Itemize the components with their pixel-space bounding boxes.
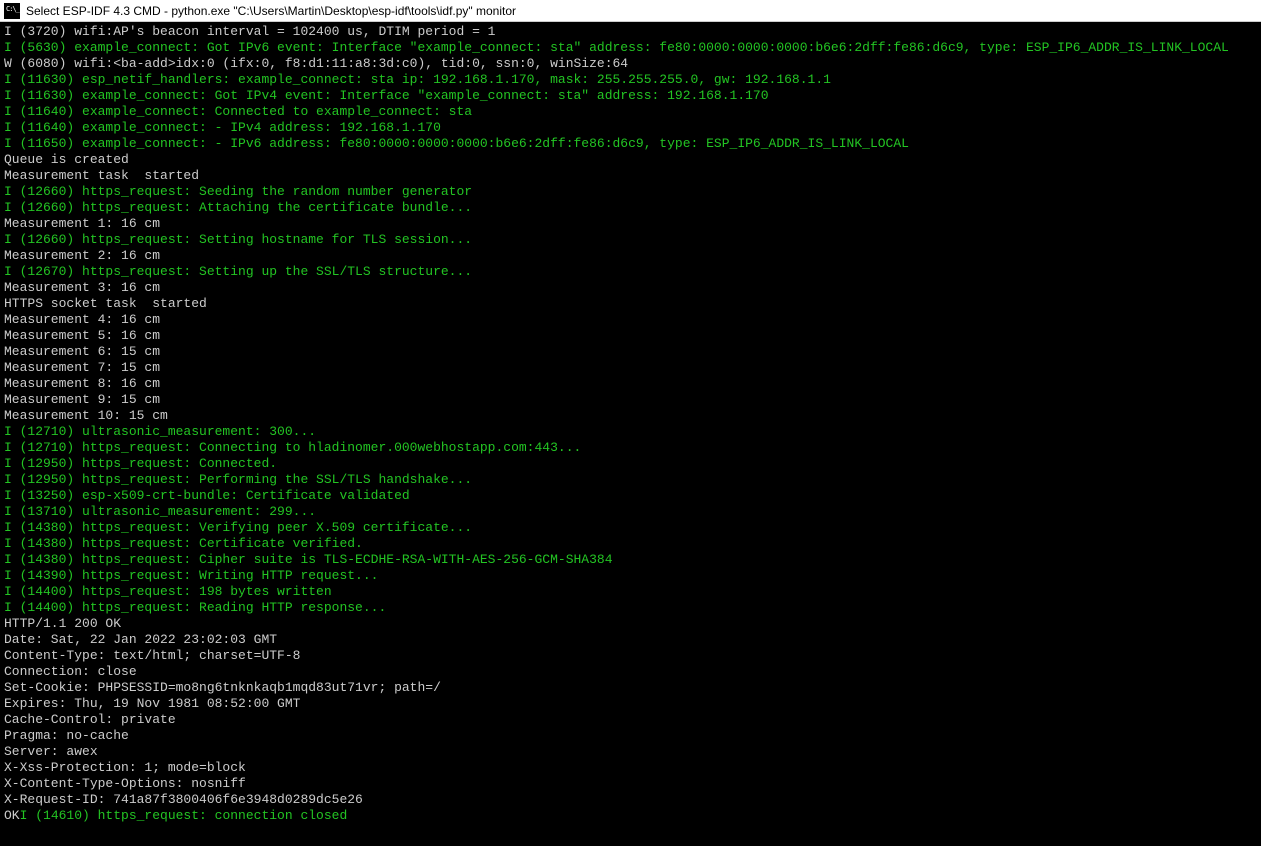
log-line: Measurement 1: 16 cm	[4, 216, 1257, 232]
log-line: I (11650) example_connect: - IPv6 addres…	[4, 136, 1257, 152]
log-line: Connection: close	[4, 664, 1257, 680]
log-line: I (12950) https_request: Connected.	[4, 456, 1257, 472]
terminal-output[interactable]: I (3720) wifi:AP's beacon interval = 102…	[0, 22, 1261, 846]
log-line: I (11630) example_connect: Got IPv4 even…	[4, 88, 1257, 104]
log-line: I (14400) https_request: 198 bytes writt…	[4, 584, 1257, 600]
log-line: Cache-Control: private	[4, 712, 1257, 728]
log-line: Pragma: no-cache	[4, 728, 1257, 744]
cmd-icon	[4, 3, 20, 19]
log-line: Queue is created	[4, 152, 1257, 168]
log-line: I (14380) https_request: Verifying peer …	[4, 520, 1257, 536]
log-line: I (12660) https_request: Setting hostnam…	[4, 232, 1257, 248]
log-line: Expires: Thu, 19 Nov 1981 08:52:00 GMT	[4, 696, 1257, 712]
log-line: I (11640) example_connect: Connected to …	[4, 104, 1257, 120]
log-line: I (13710) ultrasonic_measurement: 299...	[4, 504, 1257, 520]
log-line: Measurement 5: 16 cm	[4, 328, 1257, 344]
log-line: I (12710) ultrasonic_measurement: 300...	[4, 424, 1257, 440]
log-line: I (14380) https_request: Certificate ver…	[4, 536, 1257, 552]
log-line: X-Request-ID: 741a87f3800406f6e3948d0289…	[4, 792, 1257, 808]
log-line: I (12660) https_request: Attaching the c…	[4, 200, 1257, 216]
log-line: HTTP/1.1 200 OK	[4, 616, 1257, 632]
window-title: Select ESP-IDF 4.3 CMD - python.exe "C:\…	[26, 4, 516, 18]
log-line: Measurement 9: 15 cm	[4, 392, 1257, 408]
log-line: I (12670) https_request: Setting up the …	[4, 264, 1257, 280]
log-line: Measurement 10: 15 cm	[4, 408, 1257, 424]
log-line: Measurement 6: 15 cm	[4, 344, 1257, 360]
log-line: X-Content-Type-Options: nosniff	[4, 776, 1257, 792]
log-line: I (12950) https_request: Performing the …	[4, 472, 1257, 488]
log-line: OKI (14610) https_request: connection cl…	[4, 808, 1257, 824]
log-line: Measurement 8: 16 cm	[4, 376, 1257, 392]
log-line: I (3720) wifi:AP's beacon interval = 102…	[4, 24, 1257, 40]
log-line: Content-Type: text/html; charset=UTF-8	[4, 648, 1257, 664]
response-ok: OK	[4, 808, 20, 823]
log-line: Measurement 7: 15 cm	[4, 360, 1257, 376]
log-line: I (5630) example_connect: Got IPv6 event…	[4, 40, 1257, 56]
log-line: HTTPS socket task started	[4, 296, 1257, 312]
log-line: Server: awex	[4, 744, 1257, 760]
log-line: I (12660) https_request: Seeding the ran…	[4, 184, 1257, 200]
log-line: Measurement 2: 16 cm	[4, 248, 1257, 264]
connection-closed: I (14610) https_request: connection clos…	[20, 808, 348, 823]
log-line: I (13250) esp-x509-crt-bundle: Certifica…	[4, 488, 1257, 504]
log-line: W (6080) wifi:<ba-add>idx:0 (ifx:0, f8:d…	[4, 56, 1257, 72]
log-line: I (14400) https_request: Reading HTTP re…	[4, 600, 1257, 616]
log-line: I (11640) example_connect: - IPv4 addres…	[4, 120, 1257, 136]
log-line: Measurement 3: 16 cm	[4, 280, 1257, 296]
log-line: Measurement 4: 16 cm	[4, 312, 1257, 328]
log-line: Measurement task started	[4, 168, 1257, 184]
log-line: Date: Sat, 22 Jan 2022 23:02:03 GMT	[4, 632, 1257, 648]
log-line: I (14390) https_request: Writing HTTP re…	[4, 568, 1257, 584]
window-titlebar[interactable]: Select ESP-IDF 4.3 CMD - python.exe "C:\…	[0, 0, 1261, 22]
log-line: Set-Cookie: PHPSESSID=mo8ng6tnknkaqb1mqd…	[4, 680, 1257, 696]
log-line: I (11630) esp_netif_handlers: example_co…	[4, 72, 1257, 88]
log-line: I (14380) https_request: Cipher suite is…	[4, 552, 1257, 568]
log-line: X-Xss-Protection: 1; mode=block	[4, 760, 1257, 776]
log-line: I (12710) https_request: Connecting to h…	[4, 440, 1257, 456]
